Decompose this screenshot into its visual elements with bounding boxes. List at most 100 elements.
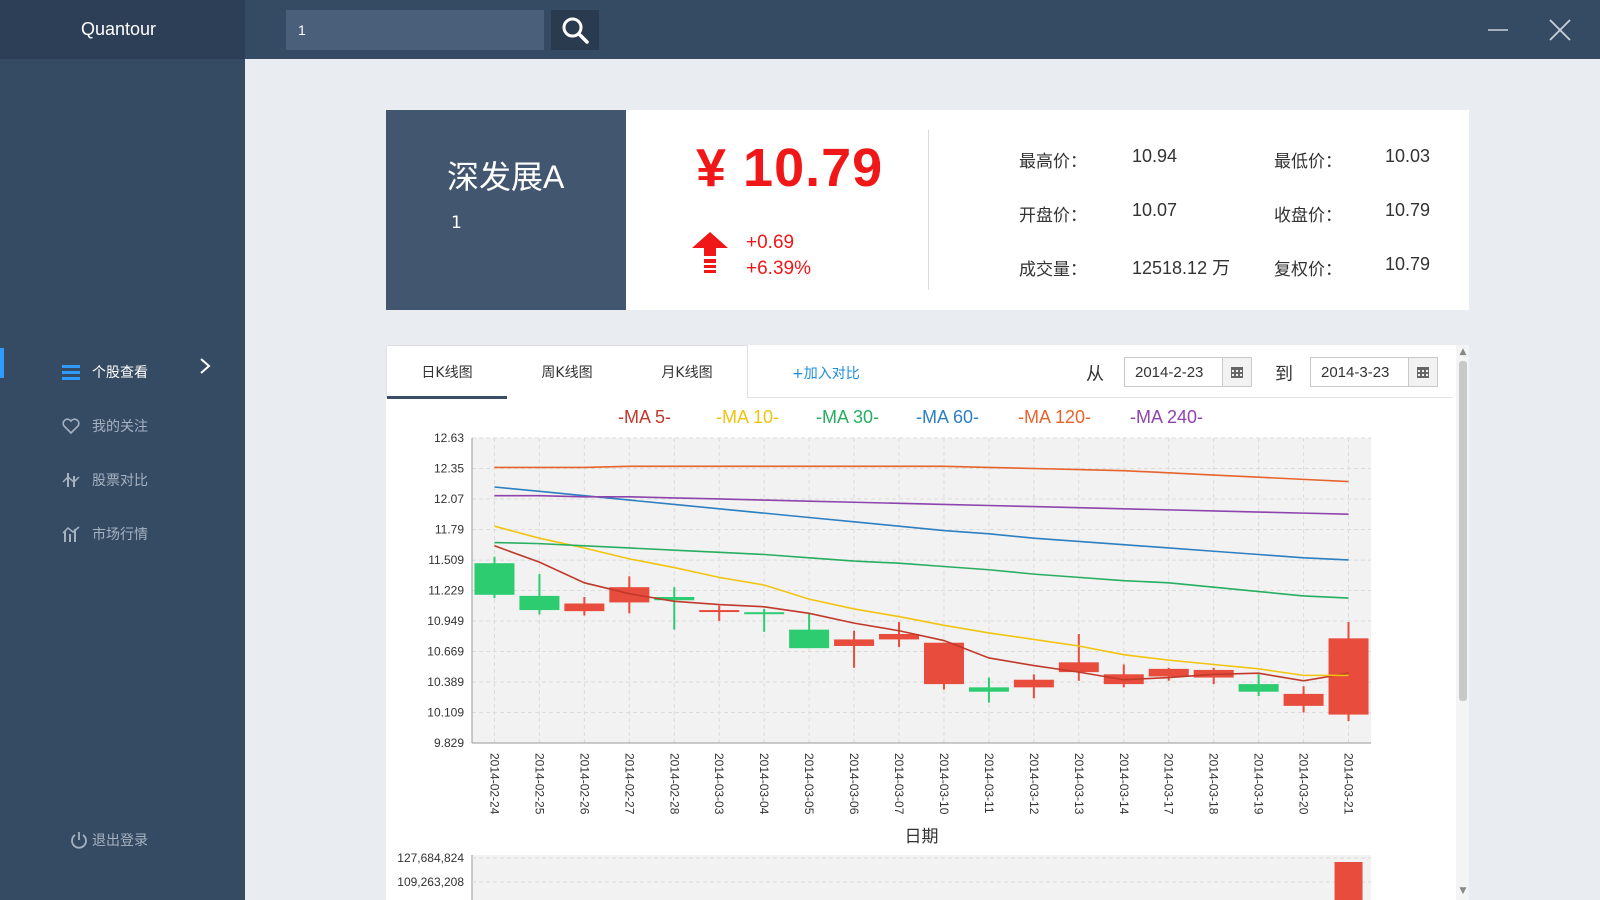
x-tick-label: 2014-03-18 xyxy=(1207,753,1221,815)
sidebar-nav: 个股查看 我的关注 股票对比 市场行情 xyxy=(0,345,245,561)
candle-body xyxy=(968,687,1009,692)
candle-body xyxy=(879,634,920,640)
candle-body xyxy=(1328,638,1369,715)
adj-price-label: 复权价： xyxy=(1274,260,1342,280)
x-tick-label: 2014-03-19 xyxy=(1252,753,1266,815)
x-tick-label: 2014-03-12 xyxy=(1027,753,1041,815)
y-tick-label: 12.35 xyxy=(434,461,464,475)
candle-body xyxy=(789,629,830,649)
stock-code: 1 xyxy=(451,213,462,233)
list-icon xyxy=(62,363,80,381)
open-label: 开盘价： xyxy=(1019,206,1087,226)
heart-icon xyxy=(62,417,80,435)
y-tick-label: 10.109 xyxy=(427,706,464,720)
search-button[interactable] xyxy=(551,10,599,50)
candle-body xyxy=(519,595,560,611)
x-tick-label: 2014-03-04 xyxy=(757,753,771,815)
scroll-thumb[interactable] xyxy=(1459,361,1467,701)
y-tick-label: 9.829 xyxy=(434,736,464,750)
close-value: 10.79 xyxy=(1385,200,1431,220)
brand-logo: Quantour xyxy=(0,0,245,59)
candle-body xyxy=(1283,693,1324,706)
chevron-right-icon xyxy=(199,357,211,379)
low-label: 最低价： xyxy=(1274,152,1342,172)
adj-price-value: 10.79 xyxy=(1385,254,1431,274)
y-tick-label: 11.509 xyxy=(428,553,464,567)
stock-info-card: 深发展A 1 ¥ 10.79 +0.69 +6.39% 最高价： 10.94 最… xyxy=(386,110,1469,310)
x-tick-label: 2014-03-17 xyxy=(1162,753,1176,815)
sidebar-item-label: 个股查看 xyxy=(92,365,148,381)
sidebar-item-stock-view[interactable]: 个股查看 xyxy=(0,345,245,399)
sidebar: Quantour 个股查看 我的关注 股票对比 市场行情 退出登录 xyxy=(0,0,245,900)
x-tick-label: 2014-03-05 xyxy=(802,753,816,815)
app-window: Quantour 个股查看 我的关注 股票对比 市场行情 退出登录 1 深发展A… xyxy=(0,0,1600,900)
close-icon xyxy=(1549,19,1571,41)
y-tick-label: 12.63 xyxy=(434,431,464,445)
candle-body xyxy=(744,612,785,615)
change-percent: +6.39% xyxy=(746,258,811,279)
top-bar xyxy=(245,0,1600,59)
volume-bar xyxy=(1334,862,1363,900)
minimize-icon xyxy=(1488,29,1508,31)
x-tick-label: 2014-03-10 xyxy=(937,753,951,815)
high-label: 最高价： xyxy=(1019,152,1087,172)
y-tick-label: 10.669 xyxy=(427,645,464,659)
current-price: ¥ 10.79 xyxy=(696,138,884,198)
volume-label: 成交量： xyxy=(1019,260,1087,280)
low-value: 10.03 xyxy=(1385,146,1431,166)
vertical-scrollbar[interactable]: ▲ ▼ xyxy=(1456,345,1469,900)
x-tick-label: 2014-03-20 xyxy=(1297,753,1311,815)
chart-panel: 日K线图 周K线图 月K线图 +加入对比 从 2014-2-23 到 2014-… xyxy=(386,345,1469,900)
sidebar-item-watchlist[interactable]: 我的关注 xyxy=(0,399,245,453)
volume-plot-area xyxy=(472,855,1371,900)
candle-body xyxy=(1238,684,1279,692)
logout-label: 退出登录 xyxy=(92,833,148,849)
candle-body xyxy=(834,639,875,646)
y-tick-label: 10.949 xyxy=(427,614,464,628)
x-tick-label: 2014-03-13 xyxy=(1072,753,1086,815)
candle-body xyxy=(564,603,605,612)
x-tick-label: 2014-03-07 xyxy=(892,753,906,815)
search-icon xyxy=(562,17,589,44)
x-tick-label: 2014-03-11 xyxy=(982,753,996,814)
candle-body xyxy=(474,563,515,595)
high-value: 10.94 xyxy=(1132,146,1178,166)
volume-y-tick-label: 109,263,208 xyxy=(397,875,464,889)
x-tick-label: 2014-02-28 xyxy=(667,753,681,815)
y-tick-label: 12.07 xyxy=(434,492,464,506)
logout-button[interactable]: 退出登录 xyxy=(70,830,148,850)
y-tick-label: 11.79 xyxy=(435,522,464,536)
x-tick-label: 2014-02-26 xyxy=(577,753,591,815)
stock-name-box: 深发展A 1 xyxy=(386,110,626,310)
change-absolute: +0.69 xyxy=(746,232,795,253)
x-tick-label: 2014-03-06 xyxy=(847,753,861,815)
x-tick-label: 2014-03-14 xyxy=(1117,753,1131,815)
search-input[interactable] xyxy=(286,10,544,50)
candlestick-chart: 12.63 12.35 12.07 11.79 11.509 11.229 10.949 10… xyxy=(397,431,1371,900)
candle-body xyxy=(923,642,964,685)
sidebar-item-label: 我的关注 xyxy=(92,419,148,435)
volume-value: 12518.12 万 xyxy=(1132,258,1231,278)
sidebar-item-compare[interactable]: 股票对比 xyxy=(0,453,245,507)
scroll-down-icon[interactable]: ▼ xyxy=(1458,886,1468,896)
close-button[interactable] xyxy=(1548,18,1572,42)
candle-body xyxy=(1013,679,1054,688)
price-change: +0.69 +6.39% xyxy=(746,230,811,282)
market-chart-icon xyxy=(62,525,80,543)
x-axis-title: 日期 xyxy=(905,827,939,846)
open-value: 10.07 xyxy=(1132,200,1178,220)
minimize-button[interactable] xyxy=(1486,18,1510,42)
y-tick-label: 10.389 xyxy=(427,675,464,689)
volume-y-tick-label: 127,684,824 xyxy=(397,851,464,865)
sidebar-item-label: 股票对比 xyxy=(92,473,148,489)
candle-body xyxy=(699,610,740,613)
x-tick-label: 2014-03-21 xyxy=(1342,753,1356,815)
divider xyxy=(928,130,929,290)
y-tick-label: 11.229 xyxy=(428,584,464,598)
sidebar-item-market[interactable]: 市场行情 xyxy=(0,507,245,561)
x-tick-label: 2014-02-27 xyxy=(622,753,636,815)
power-icon xyxy=(70,831,88,849)
candle-body xyxy=(1148,668,1189,677)
scroll-up-icon[interactable]: ▲ xyxy=(1458,347,1468,357)
x-tick-label: 2014-03-03 xyxy=(712,753,726,815)
